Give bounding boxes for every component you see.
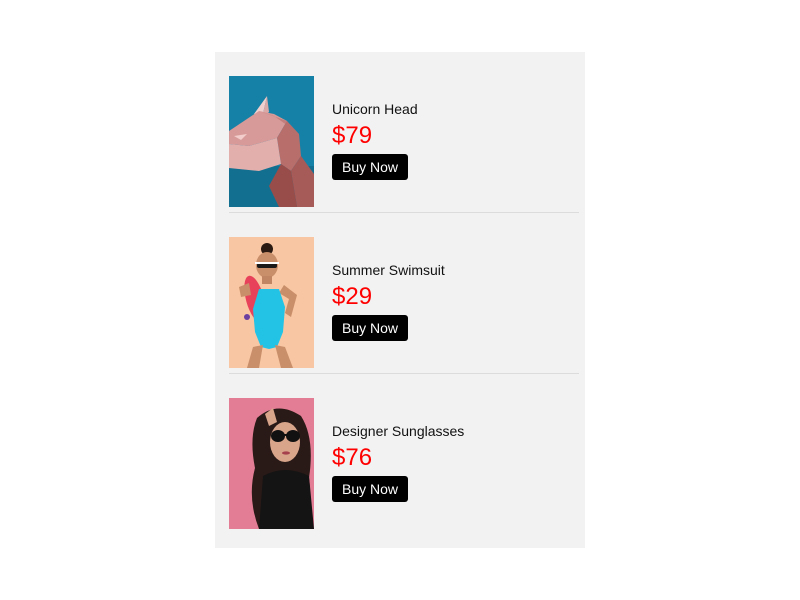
product-image-unicorn: [229, 76, 314, 207]
product-info: Unicorn Head $79 Buy Now: [332, 100, 418, 180]
product-name: Summer Swimsuit: [332, 262, 445, 278]
product-image-sunglasses: [229, 398, 314, 529]
product-name: Designer Sunglasses: [332, 423, 465, 439]
product-item: Designer Sunglasses $76 Buy Now: [229, 374, 579, 535]
product-item: Unicorn Head $79 Buy Now: [229, 52, 579, 213]
product-name: Unicorn Head: [332, 101, 418, 117]
product-item: Summer Swimsuit $29 Buy Now: [229, 213, 579, 374]
product-price: $79: [332, 122, 373, 149]
product-list: Unicorn Head $79 Buy Now Summer Swimsuit…: [215, 52, 585, 548]
product-image-swimsuit: [229, 237, 314, 368]
buy-now-button[interactable]: Buy Now: [332, 476, 408, 502]
product-info: Designer Sunglasses $76 Buy Now: [332, 422, 464, 502]
product-price: $76: [332, 444, 373, 471]
buy-now-button[interactable]: Buy Now: [332, 315, 408, 341]
product-info: Summer Swimsuit $29 Buy Now: [332, 261, 445, 341]
product-price: $29: [332, 283, 373, 310]
buy-now-button[interactable]: Buy Now: [332, 154, 408, 180]
